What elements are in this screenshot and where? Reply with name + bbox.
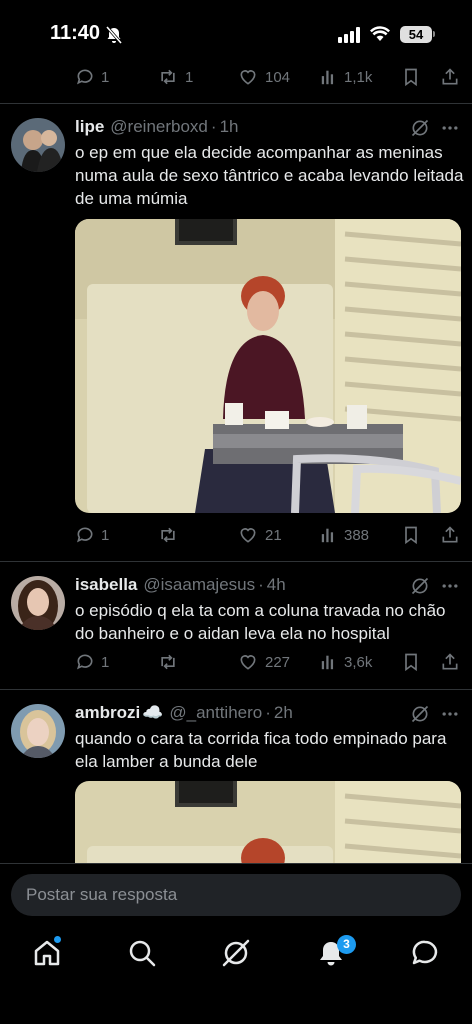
prev-tweet-actions: 1 1 104 1,1k [0,63,472,91]
heart-icon [240,528,256,543]
share-button[interactable] [440,521,460,549]
avatar-photo [11,576,65,630]
grok-icon[interactable] [410,118,430,138]
like-count: 227 [265,653,291,671]
bottom-bar [0,863,472,1024]
home-unread-dot [54,936,61,943]
more-icon[interactable] [440,118,460,138]
more-icon[interactable] [440,576,460,596]
tweet-text: quando o cara ta corrida fica todo empin… [75,729,447,771]
views-icon [321,655,334,670]
signal-icon [338,27,360,43]
share-icon [442,653,458,670]
bookmark-icon [405,653,417,672]
tweet-header: lipe @reinerboxd · 1h [75,117,238,137]
bookmark-icon [405,68,417,87]
avatar[interactable] [11,576,65,630]
reply-count: 1 [101,68,110,86]
reply-button[interactable]: 1 [75,648,109,676]
tweet-actions: 1 21 388 [0,521,472,549]
author-handle[interactable]: @reinerboxd [110,117,208,137]
avatar-photo [11,118,65,172]
author-handle[interactable]: @_anttihero [169,703,262,723]
views-button[interactable]: 1,1k [320,63,372,91]
avatar[interactable] [11,704,65,758]
battery-tip [433,31,435,37]
notifications-badge: 3 [337,935,356,954]
reply-input[interactable] [11,874,461,916]
separator-dot: · [258,575,264,594]
views-count: 388 [344,526,370,544]
divider [0,103,472,104]
separator-dot: · [265,703,271,722]
share-button[interactable] [440,63,460,91]
messages-icon[interactable] [410,938,440,968]
status-time: 11:40 [50,22,101,44]
share-icon [442,526,458,543]
views-icon [321,70,334,85]
tweet-time[interactable]: 2h [274,703,293,723]
divider [0,689,472,690]
repost-button[interactable] [157,521,185,549]
heart-icon [240,655,256,670]
bookmark-icon [405,526,417,545]
author-name[interactable]: ambrozi [75,703,140,723]
repost-button[interactable]: 1 [157,63,193,91]
repost-count: 1 [185,68,194,86]
grok-icon[interactable] [410,704,430,724]
share-icon [442,68,458,85]
heart-icon [240,70,256,85]
reply-button[interactable]: 1 [75,63,109,91]
views-button[interactable]: 388 [320,521,369,549]
tweet-actions: 1 227 3,6k [0,648,472,676]
tweet-text: o ep em que ela decide acompanhar as men… [75,143,464,208]
author-handle[interactable]: @isaamajesus [143,575,255,595]
reply-count: 1 [101,653,110,671]
tweet-time[interactable]: 1h [220,117,239,137]
like-button[interactable]: 227 [237,648,290,676]
share-button[interactable] [440,648,460,676]
divider [0,561,472,562]
bookmark-button[interactable] [401,648,421,676]
tweet-header: isabella @isaamajesus · 4h [75,575,286,595]
like-count: 21 [265,526,282,544]
like-button[interactable]: 104 [237,63,290,91]
more-icon[interactable] [440,704,460,724]
repost-icon [161,654,175,670]
views-count: 1,1k [344,68,373,86]
separator-dot: · [210,117,217,136]
author-name[interactable]: isabella [75,575,137,595]
reply-icon [76,654,93,670]
tweet-header: ambrozi ☁️ @_anttihero · 2h [75,703,293,723]
repost-icon [161,69,175,85]
views-count: 3,6k [344,653,373,671]
bookmark-button[interactable] [401,63,421,91]
avatar[interactable] [11,118,65,172]
reply-count: 1 [101,526,110,544]
tweet-time[interactable]: 4h [267,575,286,595]
reply-icon [76,69,93,85]
bell-off-icon [105,26,123,44]
tweet-text: o episódio q ela ta com a coluna travada… [75,601,446,643]
search-icon[interactable] [127,938,157,968]
reply-button[interactable]: 1 [75,521,109,549]
media-image [75,219,461,513]
wifi-icon [370,26,390,41]
author-name[interactable]: lipe [75,117,104,137]
reply-icon [76,527,93,543]
views-icon [321,528,334,543]
tweet-media[interactable] [75,219,461,513]
battery-indicator: 54 [400,26,432,43]
avatar-photo [11,704,65,758]
repost-button[interactable] [157,648,185,676]
repost-icon [161,527,175,543]
grok-icon[interactable] [410,576,430,596]
like-count: 104 [265,68,291,86]
grok-nav-icon[interactable] [221,938,251,968]
bookmark-button[interactable] [401,521,421,549]
cloud-emoji: ☁️ [142,703,164,722]
views-button[interactable]: 3,6k [320,648,372,676]
like-button[interactable]: 21 [237,521,282,549]
status-bar: 11:40 54 [0,0,472,60]
